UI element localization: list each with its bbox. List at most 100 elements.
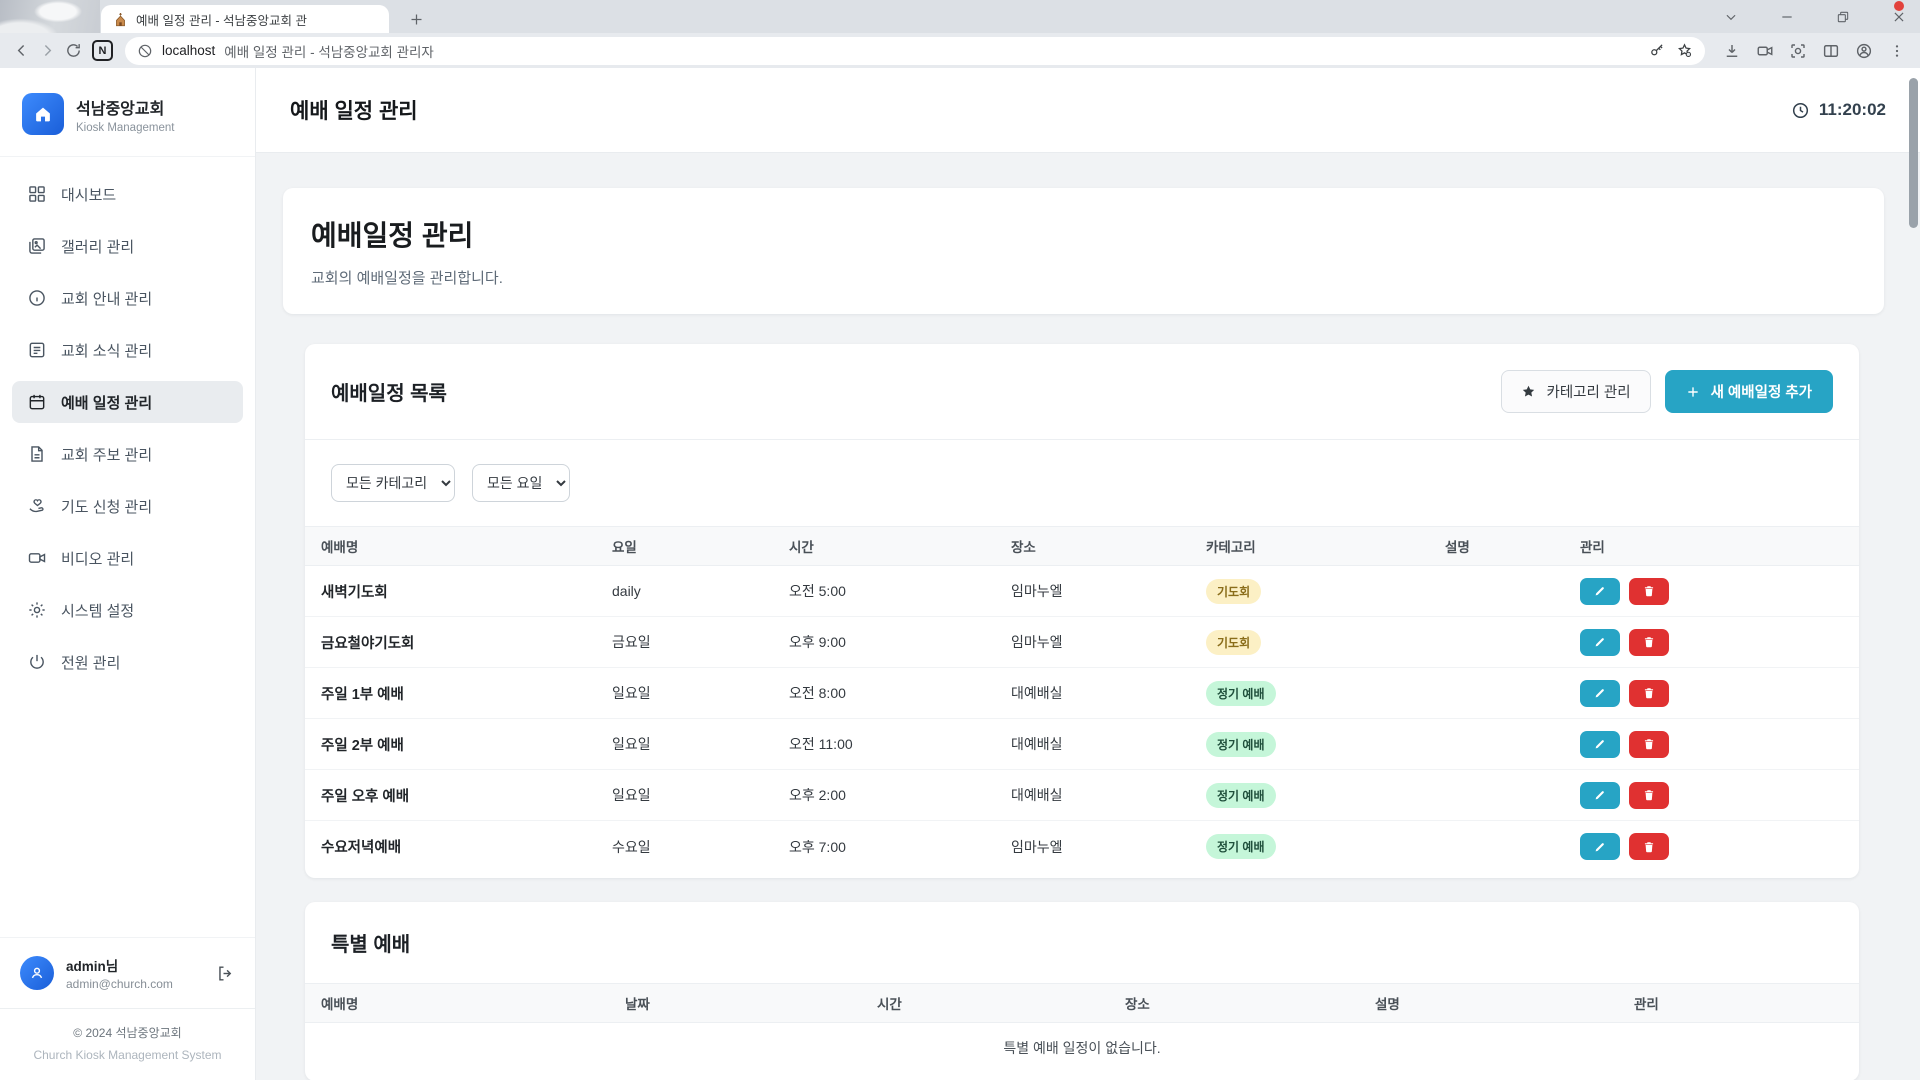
sidebar-item-news[interactable]: 교회 소식 관리 xyxy=(12,329,243,371)
close-button[interactable] xyxy=(1886,4,1912,30)
user-avatar xyxy=(20,956,54,990)
sidebar-menu: 대시보드갤러리 관리교회 안내 관리교회 소식 관리예배 일정 관리교회 주보 … xyxy=(0,157,255,683)
delete-button[interactable] xyxy=(1629,578,1669,605)
worship-row: 주일 오후 예배일요일오후 2:00대예배실정기 예배 xyxy=(305,770,1859,821)
restore-button[interactable] xyxy=(1830,4,1856,30)
star-icon xyxy=(1521,384,1536,399)
edit-button[interactable] xyxy=(1580,578,1620,605)
delete-button[interactable] xyxy=(1629,680,1669,707)
sidebar-item-info[interactable]: 교회 안내 관리 xyxy=(12,277,243,319)
edit-button[interactable] xyxy=(1580,833,1620,860)
user-block: admin님 admin@church.com xyxy=(0,937,255,1008)
gallery-icon xyxy=(27,236,47,256)
site-permissions-icon[interactable] xyxy=(137,43,153,59)
worship-row: 새벽기도회daily오전 5:00임마누엘기도회 xyxy=(305,566,1859,617)
delete-button[interactable] xyxy=(1629,629,1669,656)
edit-button[interactable] xyxy=(1580,680,1620,707)
worship-row: 수요저녁예배수요일오후 7:00임마누엘정기 예배 xyxy=(305,821,1859,872)
worship-place: 대예배실 xyxy=(1011,734,1206,754)
tab-title: 예배 일정 관리 - 석남중앙교회 관 xyxy=(136,10,377,29)
sidebar-item-video[interactable]: 비디오 관리 xyxy=(12,537,243,579)
delete-button[interactable] xyxy=(1629,782,1669,809)
category-badge: 정기 예배 xyxy=(1206,834,1276,859)
category-badge: 정기 예배 xyxy=(1206,732,1276,757)
edit-button[interactable] xyxy=(1580,782,1620,809)
sidebar-item-calendar[interactable]: 예배 일정 관리 xyxy=(12,381,243,423)
media-camera-icon[interactable] xyxy=(1752,38,1778,64)
page-title: 예배일정 관리 xyxy=(311,214,1856,254)
info-icon xyxy=(27,288,47,308)
sidebar-item-label: 전원 관리 xyxy=(61,652,120,673)
new-tab-button[interactable] xyxy=(402,5,430,33)
url-host: localhost xyxy=(162,43,215,58)
password-key-icon[interactable] xyxy=(1649,42,1666,59)
download-icon[interactable] xyxy=(1719,38,1745,64)
category-filter-select[interactable]: 모든 카테고리 xyxy=(331,464,455,502)
worship-time: 오후 7:00 xyxy=(789,837,1011,857)
category-manage-button[interactable]: 카테고리 관리 xyxy=(1501,370,1650,413)
edit-button[interactable] xyxy=(1580,731,1620,758)
delete-button[interactable] xyxy=(1629,731,1669,758)
forward-button[interactable] xyxy=(34,38,60,64)
brand-block: 석남중앙교회 Kiosk Management xyxy=(0,68,255,157)
address-bar[interactable]: localhost 예배 일정 관리 - 석남중앙교회 관리자 xyxy=(125,37,1705,65)
edit-button[interactable] xyxy=(1580,629,1620,656)
worship-day: 일요일 xyxy=(612,734,789,754)
power-icon xyxy=(27,652,47,672)
category-badge: 기도회 xyxy=(1206,579,1261,604)
page-scrollbar-thumb[interactable] xyxy=(1909,78,1918,228)
n-extension-icon[interactable]: N xyxy=(92,40,113,61)
delete-button[interactable] xyxy=(1629,833,1669,860)
system-name: Church Kiosk Management System xyxy=(8,1048,247,1062)
sidebar-item-bulletin[interactable]: 교회 주보 관리 xyxy=(12,433,243,475)
category-badge: 기도회 xyxy=(1206,630,1261,655)
bookmark-star-icon[interactable] xyxy=(1676,42,1693,59)
sidebar-item-power[interactable]: 전원 관리 xyxy=(12,641,243,683)
worship-time: 오전 5:00 xyxy=(789,581,1011,601)
sidebar-item-label: 교회 주보 관리 xyxy=(61,444,152,465)
worship-day: 일요일 xyxy=(612,785,789,805)
worship-time: 오후 9:00 xyxy=(789,632,1011,652)
add-worship-button[interactable]: 새 예배일정 추가 xyxy=(1665,370,1833,413)
worship-place: 임마누엘 xyxy=(1011,581,1206,601)
sidebar-item-gallery[interactable]: 갤러리 관리 xyxy=(12,225,243,267)
worship-name: 주일 1부 예배 xyxy=(321,683,612,704)
sidebar-item-settings[interactable]: 시스템 설정 xyxy=(12,589,243,631)
video-icon xyxy=(27,548,47,568)
worship-list-title: 예배일정 목록 xyxy=(331,377,447,406)
sidebar-item-prayer[interactable]: 기도 신청 관리 xyxy=(12,485,243,527)
special-table-header: 예배명 날짜 시간 장소 설명 관리 xyxy=(305,983,1859,1023)
sidebar-item-label: 예배 일정 관리 xyxy=(61,392,152,413)
church-name: 석남중앙교회 xyxy=(76,95,174,119)
category-badge: 정기 예배 xyxy=(1206,681,1276,706)
page-header: 예배 일정 관리 11:20:02 xyxy=(256,68,1920,153)
worship-day: 일요일 xyxy=(612,683,789,703)
tab-search-chevron-icon[interactable] xyxy=(1718,4,1744,30)
bulletin-icon xyxy=(27,444,47,464)
news-icon xyxy=(27,340,47,360)
screenshot-lens-icon[interactable] xyxy=(1785,38,1811,64)
worship-table-body: 새벽기도회daily오전 5:00임마누엘기도회금요철야기도회금요일오후 9:0… xyxy=(305,566,1859,872)
sidebar-footer: © 2024 석남중앙교회 Church Kiosk Management Sy… xyxy=(0,1008,255,1080)
url-page-title: 예배 일정 관리 - 석남중앙교회 관리자 xyxy=(224,41,1640,61)
back-button[interactable] xyxy=(8,38,34,64)
sidebar-item-label: 시스템 설정 xyxy=(61,600,134,621)
worship-day: 수요일 xyxy=(612,837,789,857)
split-view-icon[interactable] xyxy=(1818,38,1844,64)
clock-icon xyxy=(1791,101,1810,120)
page-subtitle: 교회의 예배일정을 관리합니다. xyxy=(311,267,1856,288)
special-worship-title: 특별 예배 xyxy=(331,928,1833,957)
worship-name: 수요저녁예배 xyxy=(321,836,612,857)
browser-tab[interactable]: 예배 일정 관리 - 석남중앙교회 관 xyxy=(101,5,389,33)
day-filter-select[interactable]: 모든 요일 xyxy=(472,464,570,502)
logout-button[interactable] xyxy=(216,964,235,983)
worship-name: 금요철야기도회 xyxy=(321,632,612,653)
reload-button[interactable] xyxy=(60,38,86,64)
sidebar-item-dashboard[interactable]: 대시보드 xyxy=(12,173,243,215)
prayer-icon xyxy=(27,496,47,516)
profile-icon[interactable] xyxy=(1851,38,1877,64)
menu-kebab-icon[interactable] xyxy=(1884,38,1910,64)
special-empty-message: 특별 예배 일정이 없습니다. xyxy=(305,1023,1859,1073)
minimize-button[interactable] xyxy=(1774,4,1800,30)
worship-place: 대예배실 xyxy=(1011,683,1206,703)
